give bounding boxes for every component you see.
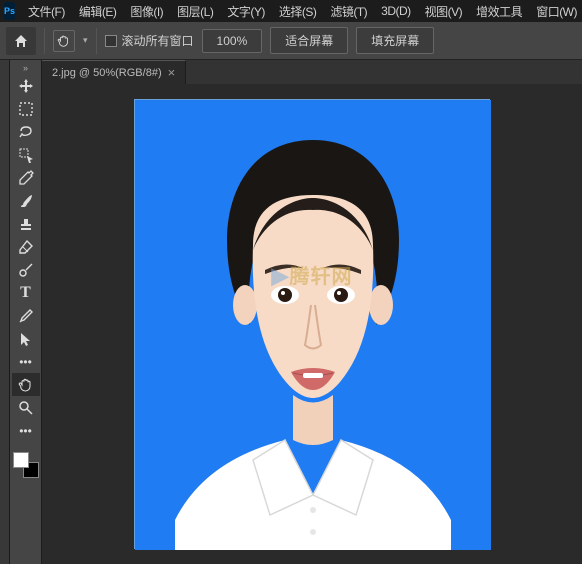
- menu-plugins[interactable]: 增效工具: [469, 0, 529, 23]
- arrow-icon: [18, 331, 34, 347]
- brush-icon: [18, 193, 34, 209]
- scroll-all-option[interactable]: 滚动所有窗口: [105, 32, 194, 49]
- menu-file[interactable]: 文件(F): [21, 0, 72, 23]
- hand-icon: [57, 34, 71, 48]
- more-tools[interactable]: •••: [12, 350, 40, 373]
- menu-view[interactable]: 视图(V): [418, 0, 470, 23]
- divider: [44, 28, 45, 54]
- menu-3d[interactable]: 3D(D): [374, 1, 418, 21]
- canvas-area: 2.jpg @ 50%(RGB/8#) ×: [42, 60, 582, 564]
- zoom-button[interactable]: 100%: [202, 29, 263, 53]
- type-tool[interactable]: T: [12, 281, 40, 304]
- menu-layer[interactable]: 图层(L): [170, 0, 220, 23]
- ellipsis-icon: •••: [19, 424, 32, 438]
- toolbar: » T ••• •••: [10, 60, 42, 564]
- home-icon: [13, 33, 29, 49]
- dodge-icon: [18, 262, 34, 278]
- lasso-icon: [18, 124, 34, 140]
- eraser-tool[interactable]: [12, 235, 40, 258]
- color-swatches[interactable]: [13, 452, 39, 478]
- zoom-icon: [18, 400, 34, 416]
- scroll-all-label: 滚动所有窗口: [122, 32, 194, 49]
- tab-close-button[interactable]: ×: [168, 65, 176, 80]
- document-tab[interactable]: 2.jpg @ 50%(RGB/8#) ×: [42, 60, 186, 84]
- eyedropper-tool[interactable]: [12, 166, 40, 189]
- brush-tool[interactable]: [12, 189, 40, 212]
- object-select-tool[interactable]: [12, 143, 40, 166]
- move-tool[interactable]: [12, 74, 40, 97]
- marquee-icon: [18, 101, 34, 117]
- toolbar-expand-icon[interactable]: »: [23, 62, 28, 74]
- photo-content: [135, 100, 491, 550]
- hand-tool-indicator[interactable]: [53, 30, 75, 52]
- edit-toolbar[interactable]: •••: [12, 419, 40, 442]
- stamp-tool[interactable]: [12, 212, 40, 235]
- hand-icon: [18, 377, 34, 393]
- document-canvas[interactable]: ▶腾轩网: [134, 99, 490, 549]
- home-button[interactable]: [6, 27, 36, 55]
- menu-select[interactable]: 选择(S): [272, 0, 324, 23]
- foreground-color-swatch[interactable]: [13, 452, 29, 468]
- fit-screen-button[interactable]: 适合屏幕: [270, 27, 348, 54]
- menu-image[interactable]: 图像(I): [123, 0, 170, 23]
- lasso-tool[interactable]: [12, 120, 40, 143]
- menu-window[interactable]: 窗口(W): [529, 0, 582, 23]
- eraser-icon: [18, 239, 34, 255]
- path-select-tool[interactable]: [12, 327, 40, 350]
- menu-filter[interactable]: 滤镜(T): [323, 0, 374, 23]
- dodge-tool[interactable]: [12, 258, 40, 281]
- divider: [96, 28, 97, 54]
- pen-icon: [18, 308, 34, 324]
- menubar: Ps 文件(F) 编辑(E) 图像(I) 图层(L) 文字(Y) 选择(S) 滤…: [0, 0, 582, 22]
- marquee-tool[interactable]: [12, 97, 40, 120]
- tool-options-dropdown-icon[interactable]: ▾: [83, 35, 88, 46]
- menu-edit[interactable]: 编辑(E): [72, 0, 124, 23]
- menu-type[interactable]: 文字(Y): [220, 0, 272, 23]
- scroll-all-checkbox[interactable]: [105, 35, 117, 47]
- canvas-viewport[interactable]: ▶腾轩网: [42, 84, 582, 564]
- panel-strip: [0, 60, 10, 564]
- fill-screen-button[interactable]: 填充屏幕: [356, 27, 434, 54]
- move-icon: [18, 78, 34, 94]
- ellipsis-icon: •••: [19, 355, 32, 369]
- app-logo: Ps: [4, 2, 15, 20]
- hand-tool[interactable]: [12, 373, 40, 396]
- eyedropper-icon: [18, 170, 34, 186]
- watermark: ▶腾轩网: [135, 260, 489, 289]
- document-tabs: 2.jpg @ 50%(RGB/8#) ×: [42, 60, 582, 84]
- document-tab-label: 2.jpg @ 50%(RGB/8#): [52, 67, 162, 79]
- type-icon: T: [20, 284, 31, 302]
- stamp-icon: [18, 216, 34, 232]
- zoom-tool[interactable]: [12, 396, 40, 419]
- object-select-icon: [18, 147, 34, 163]
- pen-tool[interactable]: [12, 304, 40, 327]
- options-bar: ▾ 滚动所有窗口 100% 适合屏幕 填充屏幕: [0, 22, 582, 60]
